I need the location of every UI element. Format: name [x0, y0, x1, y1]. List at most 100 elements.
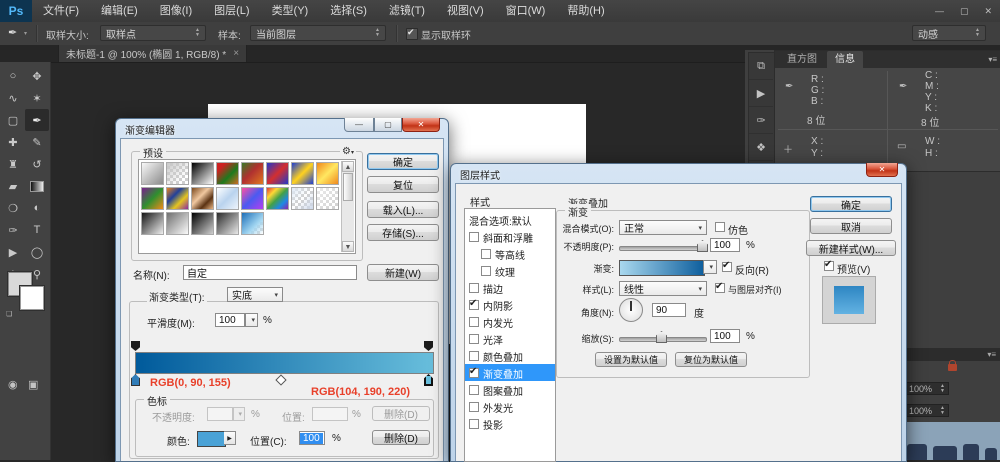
- style-checkbox[interactable]: [469, 402, 479, 412]
- style-list-item[interactable]: 颜色叠加: [465, 347, 555, 364]
- gradient-preset-multicolor[interactable]: [166, 187, 189, 210]
- layers-opacity-field[interactable]: 100% ▲▼: [905, 382, 949, 395]
- gradient-preset-copper[interactable]: [191, 187, 214, 210]
- dialog-maximize-button[interactable]: ▢: [374, 118, 402, 132]
- reset-default-button[interactable]: 复位为默认值: [675, 352, 747, 367]
- close-icon[interactable]: ✕: [984, 6, 992, 17]
- tab-info[interactable]: 信息: [827, 51, 863, 68]
- eyedropper-tool-icon[interactable]: ✒: [8, 26, 17, 39]
- reverse-checkbox[interactable]: [722, 262, 732, 272]
- clone-stamp-tool[interactable]: ♜: [1, 153, 25, 175]
- tab-histogram[interactable]: 直方图: [779, 51, 825, 68]
- menu-item[interactable]: 类型(Y): [261, 0, 320, 22]
- style-checkbox[interactable]: [481, 249, 491, 259]
- style-list-item[interactable]: 图案叠加: [465, 381, 555, 398]
- gradient-picker-arrow[interactable]: ▾: [703, 260, 717, 274]
- background-color-swatch[interactable]: [20, 286, 44, 310]
- name-input[interactable]: 自定: [183, 265, 357, 280]
- smoothness-input[interactable]: 100: [215, 313, 245, 327]
- dither-checkbox[interactable]: [715, 222, 725, 232]
- stop-color-arrow[interactable]: ▶: [224, 431, 236, 445]
- new-button[interactable]: 新建(W): [367, 264, 439, 281]
- preview-checkbox[interactable]: [824, 261, 834, 271]
- set-default-button[interactable]: 设置为默认值: [595, 352, 667, 367]
- delete-color-stop-button[interactable]: 删除(D): [372, 430, 430, 445]
- scroll-up-icon[interactable]: ▲: [342, 161, 354, 172]
- gradient-tool[interactable]: [25, 175, 49, 197]
- history-brush-tool[interactable]: ↺: [25, 153, 49, 175]
- style-checkbox[interactable]: [469, 232, 479, 242]
- crop-tool[interactable]: ▢: [1, 109, 25, 131]
- style-list-item[interactable]: 等高线: [465, 245, 555, 262]
- lasso-tool[interactable]: ∿: [1, 87, 25, 109]
- gradient-preset-purple-green-orange[interactable]: [141, 187, 164, 210]
- menu-item[interactable]: 图像(I): [149, 0, 203, 22]
- style-checkbox[interactable]: [469, 419, 479, 429]
- gradient-preset-orange-yellow-orange[interactable]: [316, 162, 339, 185]
- gradient-bar[interactable]: [135, 352, 434, 374]
- style-list-item[interactable]: 描边: [465, 279, 555, 296]
- layers-fill-field[interactable]: 100% ▲▼: [905, 404, 949, 417]
- style-list-item[interactable]: 内发光: [465, 313, 555, 330]
- gradient-preset-dark-gray-white[interactable]: [141, 212, 164, 235]
- healing-brush-tool[interactable]: ✚: [1, 131, 25, 153]
- ok-button[interactable]: 确定: [810, 196, 892, 212]
- angle-dial[interactable]: [619, 298, 643, 322]
- angle-input[interactable]: 90: [652, 303, 686, 317]
- stop-position-c-input[interactable]: 100: [299, 431, 325, 445]
- gradient-preset-black-white[interactable]: [191, 162, 214, 185]
- gradient-preset-pale-blue[interactable]: [216, 187, 239, 210]
- type-tool[interactable]: T: [25, 219, 49, 241]
- brush-tool[interactable]: ✎: [25, 131, 49, 153]
- menu-item[interactable]: 选择(S): [319, 0, 378, 22]
- pen-tool[interactable]: ✑: [1, 219, 25, 241]
- style-checkbox[interactable]: [469, 368, 479, 378]
- ellipse-shape-tool[interactable]: ◯: [25, 241, 49, 263]
- eraser-tool[interactable]: ▰: [1, 175, 25, 197]
- dialog-close-button[interactable]: ✕: [402, 118, 440, 132]
- gradient-preset-red-green[interactable]: [216, 162, 239, 185]
- reset-button[interactable]: 复位: [367, 176, 439, 193]
- style-checkbox[interactable]: [469, 385, 479, 395]
- style-list-item[interactable]: 渐变叠加: [465, 364, 555, 381]
- save-button[interactable]: 存储(S)...: [367, 224, 439, 241]
- scale-input[interactable]: 100: [710, 329, 740, 343]
- panel-menu-icon[interactable]: ▾≡: [988, 55, 997, 64]
- style-checkbox[interactable]: [469, 351, 479, 361]
- new-style-button[interactable]: 新建样式(W)...: [806, 240, 896, 256]
- gradient-preset-transparent[interactable]: [316, 187, 339, 210]
- minimize-icon[interactable]: —: [935, 6, 944, 16]
- quick-mask-icon[interactable]: ◉: [8, 378, 18, 391]
- scroll-thumb[interactable]: [343, 173, 353, 201]
- brush-panel-icon[interactable]: ❖: [749, 134, 773, 161]
- menu-item[interactable]: 窗口(W): [495, 0, 557, 22]
- style-checkbox[interactable]: [469, 317, 479, 327]
- panel-menu-icon[interactable]: ▾≡: [987, 350, 996, 359]
- cancel-button[interactable]: 取消: [810, 218, 892, 234]
- style-checkbox[interactable]: [469, 300, 479, 310]
- blur-tool[interactable]: ❍: [1, 197, 25, 219]
- blend-mode-dropdown[interactable]: 正常▾: [619, 220, 707, 235]
- magic-wand-tool[interactable]: ✶: [25, 87, 49, 109]
- default-colors-icon[interactable]: ❏: [6, 310, 12, 318]
- dialog-minimize-button[interactable]: —: [344, 118, 374, 132]
- scroll-down-icon[interactable]: ▼: [342, 241, 354, 252]
- type-dropdown[interactable]: 实底▾: [227, 287, 283, 302]
- ok-button[interactable]: 确定: [367, 153, 439, 170]
- tool-presets-panel-icon[interactable]: ✑: [749, 107, 773, 134]
- menu-item[interactable]: 编辑(E): [90, 0, 149, 22]
- gradient-preset-rainbow[interactable]: [266, 187, 289, 210]
- style-checkbox[interactable]: [481, 266, 491, 276]
- dodge-tool[interactable]: ◐: [25, 197, 49, 219]
- menu-item[interactable]: 帮助(H): [556, 0, 615, 22]
- gradient-preset-violet-orange[interactable]: [241, 162, 264, 185]
- eyedropper-tool[interactable]: ✒: [25, 109, 49, 131]
- gradient-preset-charcoal-white[interactable]: [216, 212, 239, 235]
- style-list-item[interactable]: 斜面和浮雕: [465, 228, 555, 245]
- load-button[interactable]: 载入(L)...: [367, 201, 439, 218]
- menu-item[interactable]: 图层(L): [203, 0, 260, 22]
- dialog-close-button[interactable]: ✕: [866, 163, 898, 177]
- gradient-preset-foreground-to-background[interactable]: [141, 162, 164, 185]
- align-checkbox[interactable]: [715, 283, 725, 293]
- gradient-preset-pastel-stripes[interactable]: [291, 187, 314, 210]
